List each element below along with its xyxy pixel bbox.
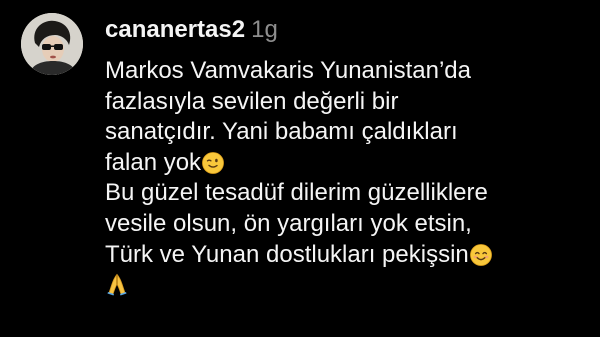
comment-text-line: [105, 270, 585, 301]
winking-face-icon: [202, 151, 224, 174]
comment-text-line: sanatçıdır. Yani babamı çaldıkları: [105, 117, 585, 148]
comment-text: vesile olsun, ön yargıları yok etsin,: [105, 209, 472, 237]
smiling-face-icon: [469, 243, 492, 266]
username[interactable]: cananertas2: [105, 16, 245, 43]
comment-text: sanatçıdır. Yani babamı çaldıkları: [105, 118, 458, 146]
comment-text-line: vesile olsun, ön yargıları yok etsin,: [105, 209, 585, 240]
comment: cananertas2 1g Markos Vamvakaris Yunanist…: [0, 0, 600, 337]
comment-text: falan yok: [105, 148, 202, 176]
comment-content: cananertas2 1g Markos Vamvakaris Yunanist…: [105, 14, 585, 301]
folded-hands-icon: [105, 272, 129, 296]
comment-text: Markos Vamvakaris Yunanistan’da: [105, 57, 471, 84]
comment-text: Bu güzel tesadüf dilerim güzelliklere: [105, 179, 488, 207]
avatar[interactable]: [21, 13, 83, 75]
timestamp[interactable]: 1g: [251, 16, 278, 43]
comment-text: Türk ve Yunan dostlukları pekişsin: [105, 240, 469, 268]
comment-header: cananertas2 1g: [105, 14, 585, 46]
comment-text-line: Markos Vamvakaris Yunanistan’da: [105, 56, 585, 87]
comment-text-line: falan yok: [105, 148, 585, 179]
comment-text: fazlasıyla sevilen değerli bir: [105, 87, 399, 115]
comment-text-line: Türk ve Yunan dostlukları pekişsin: [105, 240, 585, 271]
comment-text-line: fazlasıyla sevilen değerli bir: [105, 87, 585, 118]
comment-text-line: Bu güzel tesadüf dilerim güzelliklere: [105, 178, 585, 209]
